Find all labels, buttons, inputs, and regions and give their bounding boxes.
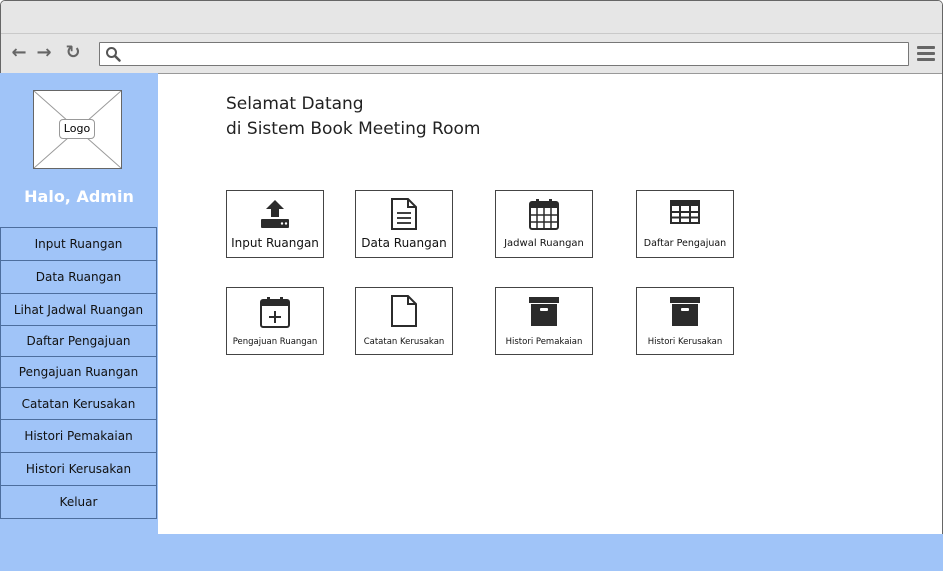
tile-jadwal-ruangan[interactable]: Jadwal Ruangan	[495, 190, 593, 258]
archive-icon	[496, 297, 592, 330]
sidebar-item-keluar[interactable]: Keluar	[0, 485, 157, 519]
sidebar-item-catatan-kerusakan[interactable]: Catatan Kerusakan	[0, 387, 157, 420]
sidebar-item-histori-pemakaian[interactable]: Histori Pemakaian	[0, 419, 157, 453]
sidebar-item-daftar-pengajuan[interactable]: Daftar Pengajuan	[0, 325, 157, 357]
welcome-line-1: Selamat Datang	[226, 94, 364, 114]
tile-daftar-pengajuan[interactable]: Daftar Pengajuan	[636, 190, 734, 258]
browser-titlebar	[1, 1, 942, 34]
sidebar-item-input-ruangan[interactable]: Input Ruangan	[0, 227, 157, 261]
search-icon	[106, 47, 121, 62]
sidebar-item-pengajuan-ruangan[interactable]: Pengajuan Ruangan	[0, 356, 157, 388]
sidebar: Logo Halo, Admin Input Ruangan Data Ruan…	[0, 73, 158, 535]
calendar-icon	[496, 198, 592, 234]
tile-histori-kerusakan[interactable]: Histori Kerusakan	[636, 287, 734, 355]
blank-file-icon	[356, 295, 452, 331]
back-icon[interactable]: ←	[10, 44, 28, 62]
forward-icon[interactable]: →	[35, 44, 53, 62]
table-icon	[637, 200, 733, 228]
sidebar-item-data-ruangan[interactable]: Data Ruangan	[0, 260, 157, 294]
logo-label: Logo	[59, 119, 95, 139]
welcome-heading: Selamat Datang di Sistem Book Meeting Ro…	[226, 92, 480, 142]
archive-icon	[637, 297, 733, 330]
sidebar-item-histori-kerusakan[interactable]: Histori Kerusakan	[0, 452, 157, 486]
reload-icon[interactable]: ↻	[64, 44, 82, 62]
welcome-line-2: di Sistem Book Meeting Room	[226, 119, 481, 139]
tile-pengajuan-ruangan[interactable]: Pengajuan Ruangan	[226, 287, 324, 355]
calendar-plus-icon	[227, 296, 323, 332]
logo-placeholder: Logo	[33, 90, 122, 169]
hamburger-menu-icon[interactable]	[917, 46, 935, 62]
footer-bar	[0, 534, 943, 571]
tile-input-ruangan[interactable]: Input Ruangan	[226, 190, 324, 258]
address-bar[interactable]	[99, 42, 909, 66]
upload-icon	[227, 199, 323, 233]
document-icon	[356, 198, 452, 234]
greeting: Halo, Admin	[24, 187, 134, 206]
browser-toolbar: ← → ↻	[1, 34, 942, 74]
tile-data-ruangan[interactable]: Data Ruangan	[355, 190, 453, 258]
sidebar-item-lihat-jadwal-ruangan[interactable]: Lihat Jadwal Ruangan	[0, 293, 157, 326]
tile-histori-pemakaian[interactable]: Histori Pemakaian	[495, 287, 593, 355]
tile-catatan-kerusakan[interactable]: Catatan Kerusakan	[355, 287, 453, 355]
